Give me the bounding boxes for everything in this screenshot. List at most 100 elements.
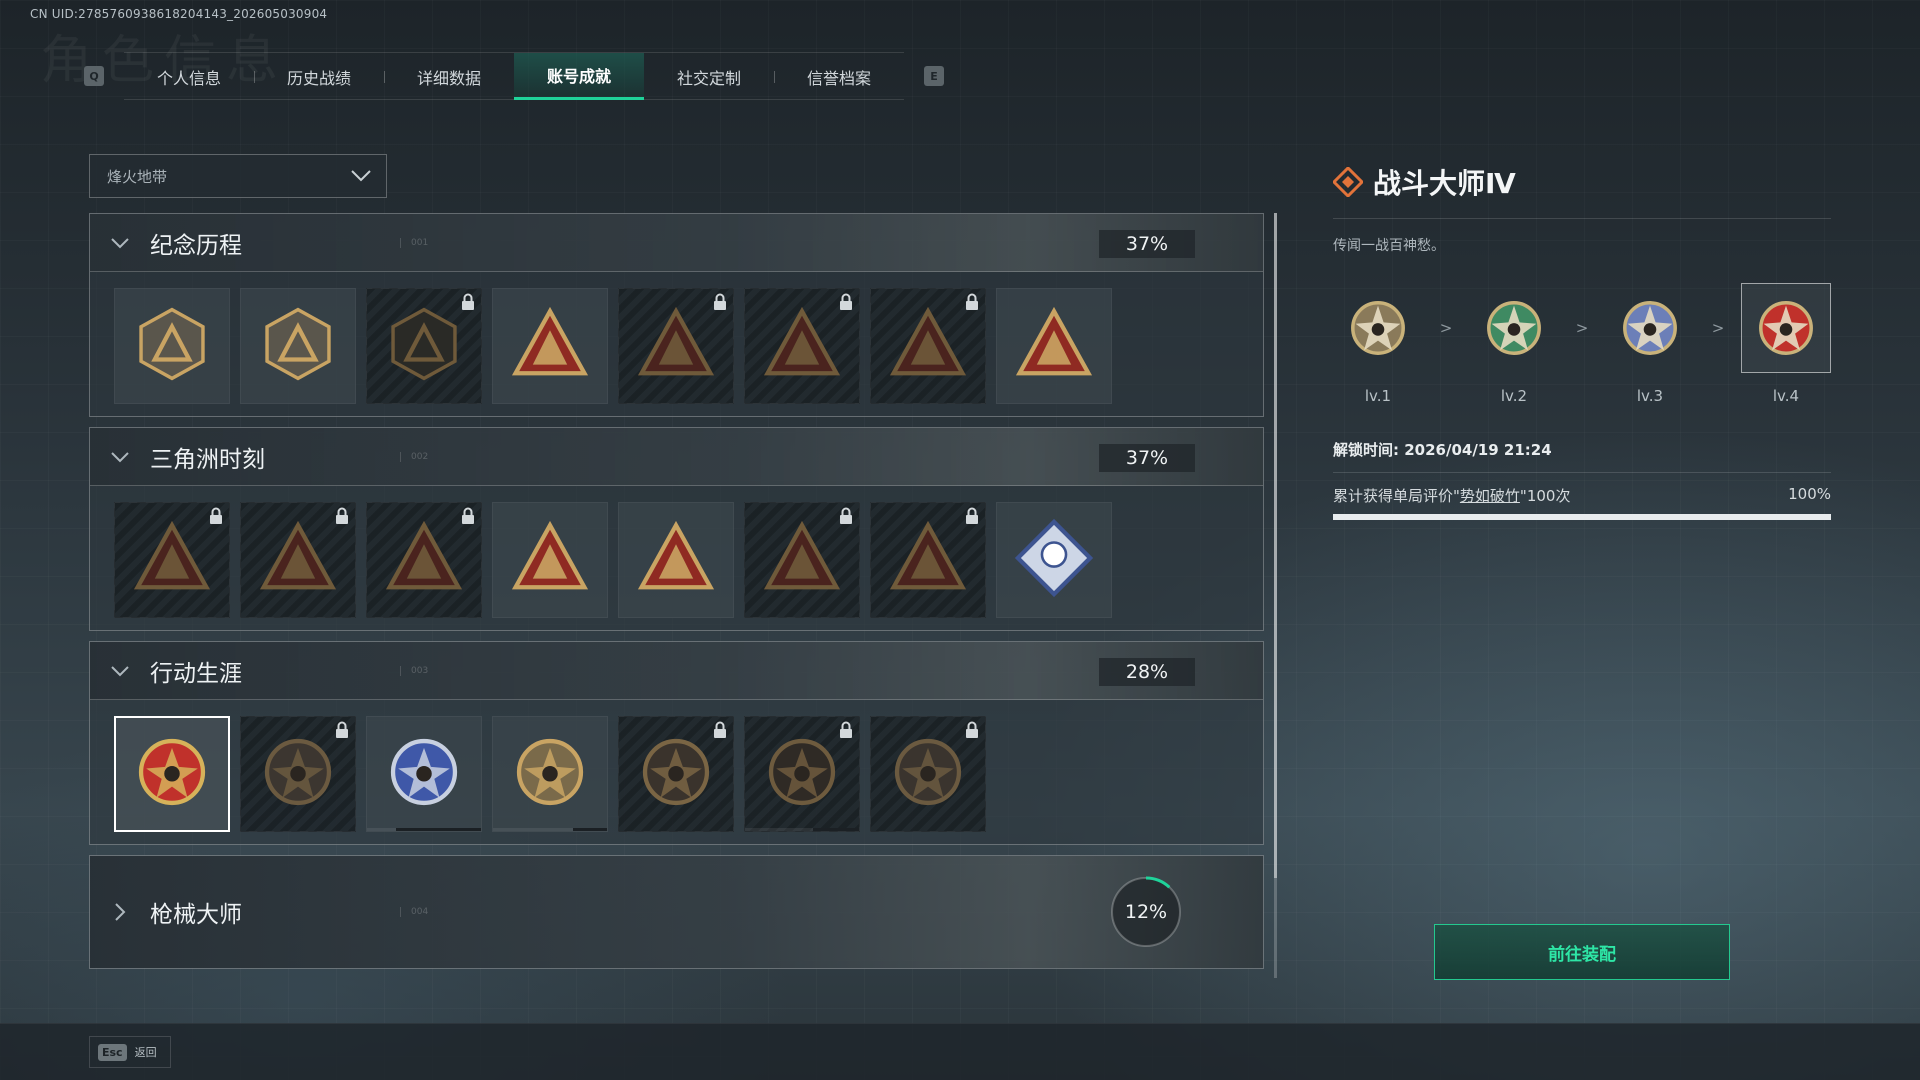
medal-hooded-figure-icon xyxy=(759,301,845,391)
medal-backpack[interactable] xyxy=(240,502,356,618)
detail-description: 传闻一战百神愁。 xyxy=(1333,238,1445,254)
level-3[interactable]: lv.3 xyxy=(1605,283,1695,405)
category-0: 纪念历程 001 37% xyxy=(89,213,1264,417)
category-header[interactable]: 纪念历程 001 37% xyxy=(90,214,1263,272)
lock-icon xyxy=(208,507,224,529)
tab-1[interactable]: 历史战绩 xyxy=(254,53,384,100)
back-button[interactable]: Esc 返回 xyxy=(89,1036,171,1068)
category-percent: 37% xyxy=(1099,444,1195,472)
level-label: lv.3 xyxy=(1636,387,1664,405)
level-1[interactable]: lv.1 xyxy=(1333,283,1423,405)
tab-4[interactable]: 社交定制 xyxy=(644,53,774,100)
medal-tower-58[interactable] xyxy=(618,288,734,404)
chevron-down-icon[interactable] xyxy=(90,451,150,463)
next-tab-key[interactable]: E xyxy=(924,66,944,86)
medal-progress-fill xyxy=(813,828,859,831)
level-2[interactable]: lv.2 xyxy=(1469,283,1559,405)
medal-running-soldiers[interactable] xyxy=(618,502,734,618)
medal-bottle[interactable] xyxy=(114,502,230,618)
lock-icon xyxy=(838,507,854,529)
divider xyxy=(1333,472,1831,473)
category-progress-ring: 12% xyxy=(1108,874,1184,950)
medal-round-seal-icon xyxy=(633,729,719,819)
medal-dolphin[interactable] xyxy=(870,502,986,618)
lock-icon xyxy=(838,721,854,743)
lock-icon xyxy=(334,507,350,529)
medal-helicopter-icon xyxy=(255,301,341,391)
medal-hooded-figure[interactable] xyxy=(744,288,860,404)
category-index: 004 xyxy=(400,907,428,917)
medal-blue-shield-stars[interactable] xyxy=(366,716,482,832)
category-title: 枪械大师 xyxy=(150,902,242,928)
medal-eye-seal-icon xyxy=(885,729,971,819)
medal-progress-fill xyxy=(572,828,607,831)
medal-dolphin-icon xyxy=(885,515,971,605)
medal-squad[interactable] xyxy=(744,502,860,618)
medal-crouching-soldier[interactable] xyxy=(366,502,482,618)
diamond-icon xyxy=(1333,167,1363,197)
medal-star-eagle-gold[interactable] xyxy=(114,716,230,832)
medal-helicopter[interactable] xyxy=(240,288,356,404)
medal-progress-bar xyxy=(367,828,481,831)
medal-golden-hand-icon xyxy=(1011,301,1097,391)
tabs: 个人信息 历史战绩 详细数据 账号成就 社交定制 信誉档案 xyxy=(124,52,904,100)
bottom-bar xyxy=(0,1023,1920,1080)
scrollbar-thumb[interactable] xyxy=(1274,213,1277,878)
medal-dice-icon xyxy=(507,515,593,605)
category-index: 001 xyxy=(400,237,428,248)
unlock-time: 解锁时间: 2026/04/19 21:24 xyxy=(1333,441,1552,459)
prev-tab-key[interactable]: Q xyxy=(84,66,104,86)
level-4[interactable]: lv.4 xyxy=(1741,283,1831,405)
medal-bottle-icon xyxy=(129,515,215,605)
scrollbar[interactable] xyxy=(1274,213,1277,978)
divider xyxy=(1333,218,1831,219)
level-arrow: > xyxy=(1439,319,1453,337)
medal-eye-seal[interactable] xyxy=(870,716,986,832)
level-progression: lv.1 > lv.2 > lv.3 > lv.4 xyxy=(1333,283,1831,405)
medal-vehicle-58[interactable] xyxy=(492,288,608,404)
tab-2[interactable]: 详细数据 xyxy=(384,53,514,100)
level-2-badge-icon xyxy=(1469,283,1559,373)
medal-hex-emblem[interactable] xyxy=(366,288,482,404)
medal-skull-target[interactable] xyxy=(744,716,860,832)
level-4-badge-icon xyxy=(1741,283,1831,373)
chevron-down-icon[interactable] xyxy=(90,665,150,677)
medal-progress-fill xyxy=(395,828,481,831)
level-3-badge-icon xyxy=(1605,283,1695,373)
medal-tower-58-icon xyxy=(633,301,719,391)
medal-mountain-triangle[interactable] xyxy=(114,288,230,404)
category-header[interactable]: 枪械大师 004 12% xyxy=(90,856,1263,968)
lock-icon xyxy=(964,507,980,529)
mode-dropdown[interactable]: 烽火地带 xyxy=(89,154,387,198)
lock-icon xyxy=(334,721,350,743)
chevron-right-icon[interactable] xyxy=(90,902,150,922)
tab-0[interactable]: 个人信息 xyxy=(124,53,254,100)
level-arrow: > xyxy=(1575,319,1589,337)
level-1-badge-icon xyxy=(1333,283,1423,373)
category-header[interactable]: 三角洲时刻 002 37% xyxy=(90,428,1263,486)
level-label: lv.1 xyxy=(1364,387,1392,405)
tab-bar: Q 个人信息 历史战绩 详细数据 账号成就 社交定制 信誉档案 E xyxy=(84,52,944,100)
lock-icon xyxy=(964,721,980,743)
category-percent: 28% xyxy=(1099,658,1195,686)
medal-squad-icon xyxy=(759,515,845,605)
medal-dice[interactable] xyxy=(492,502,608,618)
category-header[interactable]: 行动生涯 003 28% xyxy=(90,642,1263,700)
medal-running-soldiers-icon xyxy=(633,515,719,605)
category-index: 003 xyxy=(400,665,428,676)
medal-golden-hand[interactable] xyxy=(996,288,1112,404)
medal-rose-diamond[interactable] xyxy=(996,502,1112,618)
medal-soldier-crossed-guns-icon xyxy=(885,301,971,391)
category-title: 三角洲时刻 xyxy=(150,446,265,473)
medal-soldier-crossed-guns[interactable] xyxy=(870,288,986,404)
lock-icon xyxy=(712,721,728,743)
medal-round-seal[interactable] xyxy=(618,716,734,832)
tab-3[interactable]: 账号成就 xyxy=(514,53,644,100)
tab-5[interactable]: 信誉档案 xyxy=(774,53,904,100)
achievement-detail: 战斗大师Ⅳ 传闻一战百神愁。 lv.1 > lv.2 > lv.3 > lv.4 解锁… xyxy=(1333,162,1831,520)
medal-shield-chevron[interactable] xyxy=(240,716,356,832)
medal-dice-shield[interactable] xyxy=(492,716,608,832)
category-index: 002 xyxy=(400,451,428,462)
chevron-down-icon[interactable] xyxy=(90,237,150,249)
equip-button[interactable]: 前往装配 xyxy=(1434,924,1730,980)
